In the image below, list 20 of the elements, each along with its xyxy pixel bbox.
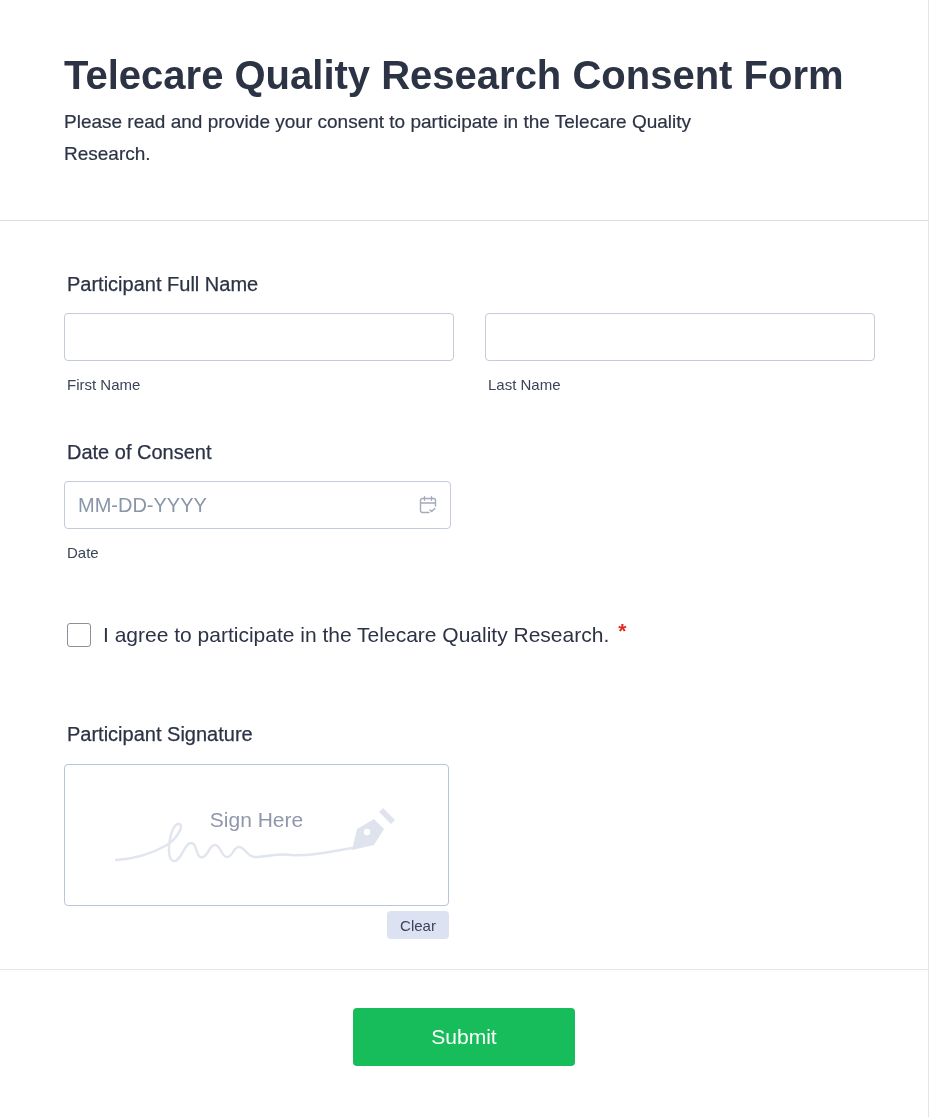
field-label: Participant Full Name [67, 272, 259, 296]
consent-statement: I agree to participate in the Telecare Quality Research. [103, 623, 610, 647]
clear-button[interactable]: Clear [387, 911, 449, 939]
date-input-field[interactable]: MM-DD-YYYY [64, 481, 451, 529]
signature-pad[interactable]: Sign Here [64, 764, 449, 906]
field-sublabel: First Name [67, 376, 141, 394]
text-input-field[interactable] [485, 313, 875, 361]
checkbox[interactable] [67, 623, 91, 647]
field-sublabel: Date [67, 544, 99, 562]
submit-button[interactable]: Submit [353, 1008, 575, 1066]
signature-placeholder: Sign Here [209, 808, 304, 832]
pen-nib-icon [350, 807, 396, 851]
form-description: Please read and provide your consent to participate in the Telecare Quality Research. [64, 110, 693, 166]
field-label: Date of Consent [67, 440, 212, 464]
field-label: Participant Signature [67, 722, 253, 746]
form-title: Telecare Quality Research Consent Form [64, 52, 844, 98]
required-asterisk: * [618, 619, 627, 643]
field-sublabel: Last Name [488, 376, 561, 394]
text-input-field[interactable] [64, 313, 454, 361]
calendar-icon[interactable] [419, 496, 437, 514]
